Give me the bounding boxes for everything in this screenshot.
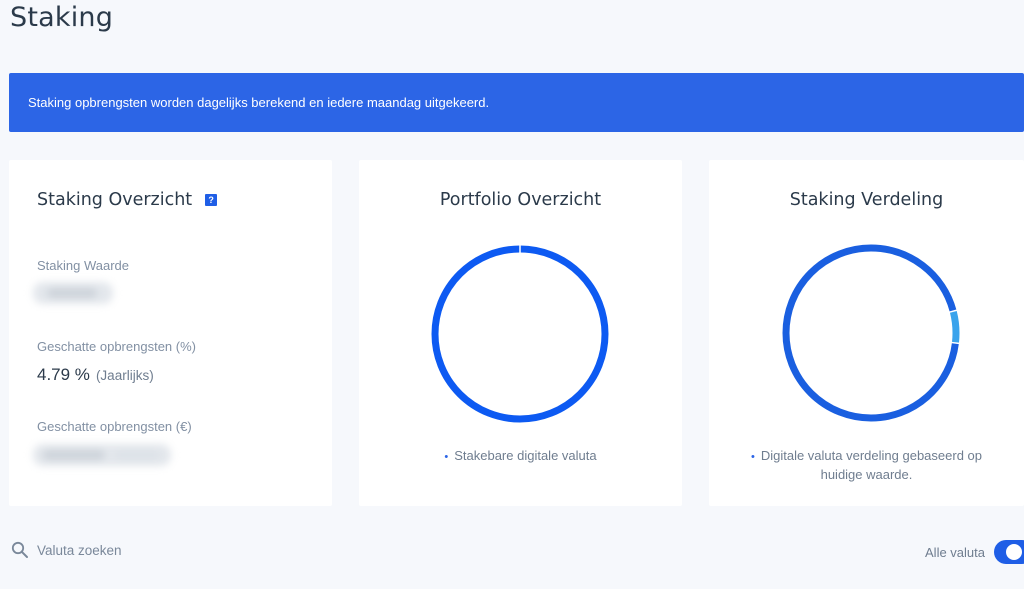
portfolio-legend: • Stakebare digitale valuta	[359, 447, 682, 466]
portfolio-overview-title: Portfolio Overzicht	[439, 190, 602, 210]
help-icon[interactable]: ?	[205, 194, 218, 206]
currency-search[interactable]: Valuta zoeken	[11, 541, 122, 559]
search-input[interactable]: Valuta zoeken	[37, 543, 122, 558]
portfolio-legend-text: Stakebare digitale valuta	[454, 448, 597, 463]
staking-distribution-title: Staking Verdeling	[789, 190, 944, 210]
estimated-pct-value: 4.79 %	[37, 365, 90, 384]
staking-overview-card: Staking Overzicht ? Staking Waarde Gesch…	[9, 160, 332, 506]
legend-bullet: •	[750, 451, 755, 463]
portfolio-ring-segment	[431, 245, 609, 423]
estimated-eur-hidden	[33, 444, 171, 466]
all-currencies-label: Alle valuta	[925, 544, 985, 560]
distribution-donut-chart[interactable]	[781, 243, 961, 423]
info-banner: Staking opbrengsten worden dagelijks ber…	[9, 73, 1024, 132]
estimated-eur-label: Geschatte opbrengsten (€)	[37, 419, 192, 434]
legend-bullet: •	[444, 451, 449, 463]
search-icon	[11, 541, 28, 558]
page-title: Staking	[10, 2, 114, 33]
all-currencies-filter: Alle valuta	[925, 540, 1024, 564]
distribution-legend-line1: Digitale valuta verdeling gebaseerd op	[760, 448, 982, 463]
estimated-pct-value-row: 4.79 % (Jaarlijks)	[37, 365, 154, 385]
portfolio-overview-card: Portfolio Overzicht • Stakebare digitale …	[359, 160, 682, 506]
staking-value-label: Staking Waarde	[37, 258, 130, 273]
staking-value-hidden	[33, 282, 113, 304]
distribution-legend: • Digitale valuta verdeling gebaseerd op …	[709, 447, 1024, 483]
distribution-segment[interactable]	[782, 244, 960, 422]
toggle-knob	[1006, 544, 1022, 560]
distribution-legend-line2: huidige waarde.	[820, 467, 913, 482]
staking-distribution-card: Staking Verdeling • Digitale valuta verde…	[709, 160, 1024, 506]
portfolio-donut-chart[interactable]	[430, 244, 610, 424]
info-banner-text: Staking opbrengsten worden dagelijks ber…	[28, 95, 490, 110]
estimated-pct-period: (Jaarlijks)	[95, 368, 154, 383]
staking-overview-title: Staking Overzicht	[37, 190, 193, 210]
estimated-pct-label: Geschatte opbrengsten (%)	[37, 339, 196, 354]
all-currencies-toggle[interactable]	[994, 540, 1024, 564]
